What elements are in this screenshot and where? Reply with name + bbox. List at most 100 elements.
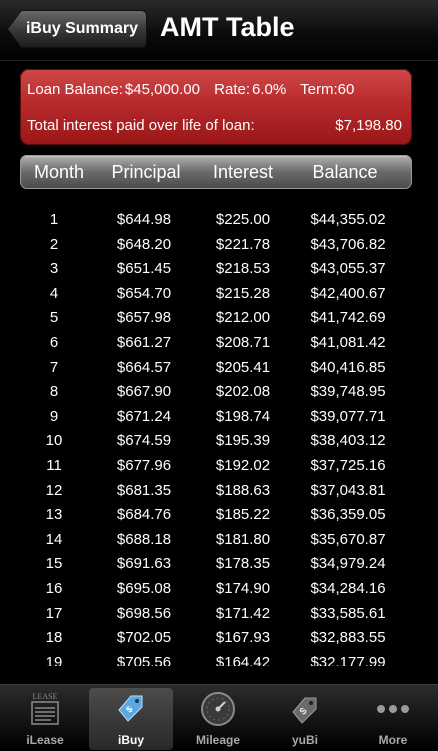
cell-month: 3	[49, 260, 59, 278]
cell-principal: $648.20	[116, 235, 172, 253]
dollar-tag-icon: $	[292, 697, 317, 724]
table-row: 2 $648.20 $221.78 $43,706.82	[0, 236, 438, 261]
cell-principal: $651.45	[116, 260, 172, 278]
cell-principal: $705.56	[116, 653, 172, 666]
cell-month: 2	[49, 235, 59, 253]
cell-balance: $43,706.82	[310, 235, 386, 253]
cell-month: 14	[45, 530, 63, 548]
table-row: 7 $664.57 $205.41 $40,416.85	[0, 359, 438, 384]
cell-principal: $677.96	[116, 457, 172, 474]
cell-interest: $188.63	[215, 481, 271, 499]
tab-ibuy[interactable]: $ iBuy	[89, 688, 173, 750]
table-row: 14 $688.18 $181.80 $35,670.87	[0, 531, 438, 556]
table-row: 13 $684.76 $185.22 $36,359.05	[0, 506, 438, 531]
table-row: 3 $651.45 $218.53 $43,055.37	[0, 260, 438, 285]
cell-month: 10	[45, 432, 63, 450]
lease-icon: LEASE	[31, 692, 59, 725]
total-interest-row: Total interest paid over life of loan: $…	[27, 117, 402, 134]
table-row: 4 $654.70 $215.28 $42,400.67	[0, 285, 438, 310]
cell-interest: $221.78	[215, 235, 271, 253]
tab-label-mileage: Mileage	[195, 733, 240, 747]
table-header: Month Principal Interest Balance	[20, 155, 412, 189]
tab-label-ilease: iLease	[26, 733, 64, 747]
tab-bar: LEASE iLease $ iBuy Mileage $ yuBi More	[0, 684, 438, 751]
cell-balance: $43,055.37	[310, 260, 386, 278]
cell-interest: $202.08	[215, 383, 271, 401]
table-row: 19 $705.56 $164.42 $32,177.99	[0, 654, 438, 666]
cell-month: 8	[49, 383, 59, 401]
cell-principal: $654.70	[116, 284, 172, 302]
cell-balance: $39,077.71	[310, 407, 386, 425]
price-tag-icon: $	[118, 695, 143, 722]
cell-interest: $215.28	[215, 284, 271, 302]
cell-interest: $212.00	[215, 309, 271, 327]
cell-interest: $218.53	[215, 260, 271, 278]
cell-interest: $171.42	[215, 604, 271, 622]
cell-principal: $688.18	[116, 530, 172, 548]
table-row: 10 $674.59 $195.39 $38,403.12	[0, 432, 438, 457]
cell-principal: $664.57	[116, 358, 172, 376]
back-button-ibuy-summary[interactable]: iBuy Summary	[7, 10, 147, 48]
tab-label-yubi: yuBi	[291, 733, 318, 747]
cell-principal: $702.05	[116, 629, 172, 647]
table-row: 6 $661.27 $208.71 $41,081.42	[0, 334, 438, 359]
cell-month: 9	[49, 407, 59, 425]
cell-interest: $195.39	[215, 432, 271, 450]
cell-principal: $657.98	[116, 309, 172, 327]
cell-interest: $208.71	[215, 334, 271, 351]
table-row: 15 $691.63 $178.35 $34,979.24	[0, 555, 438, 580]
cell-interest: $198.74	[215, 407, 271, 425]
table-row: 12 $681.35 $188.63 $37,043.81	[0, 482, 438, 507]
tab-yubi[interactable]: $ yuBi	[263, 688, 347, 750]
column-header-balance: Balance	[312, 162, 378, 182]
speedometer-icon	[201, 692, 235, 726]
cell-month: 16	[45, 580, 63, 597]
table-row: 5 $657.98 $212.00 $41,742.69	[0, 309, 438, 334]
cell-principal: $671.24	[116, 407, 172, 425]
cell-interest: $185.22	[215, 506, 271, 524]
cell-interest: $174.90	[215, 580, 271, 597]
cell-principal: $695.08	[116, 580, 172, 597]
more-dots-icon	[377, 705, 409, 713]
cell-principal: $667.90	[116, 383, 172, 401]
rate-label: Rate:	[214, 81, 251, 98]
column-header-principal: Principal	[111, 162, 181, 182]
cell-principal: $644.98	[116, 211, 172, 228]
table-row: 9 $671.24 $198.74 $39,077.71	[0, 408, 438, 433]
term-label: Term:	[300, 81, 338, 98]
cell-balance: $33,585.61	[310, 604, 386, 622]
cell-month: 7	[49, 358, 59, 376]
term: Term:60	[300, 81, 354, 98]
cell-month: 19	[45, 653, 63, 666]
cell-month: 13	[45, 506, 63, 524]
cell-balance: $34,284.16	[310, 580, 386, 597]
cell-balance: $32,883.55	[310, 629, 386, 647]
cell-interest: $192.02	[215, 457, 271, 474]
cell-month: 15	[45, 555, 63, 573]
cell-balance: $36,359.05	[310, 506, 386, 524]
loan-terms-row: Loan Balance: $45,000.00 Rate: 6.0% Term:6…	[27, 81, 364, 98]
cell-balance: $41,081.42	[310, 334, 386, 351]
cell-balance: $32,177.99	[310, 653, 386, 666]
cell-interest: $225.00	[215, 211, 271, 228]
table-row: 18 $702.05 $167.93 $32,883.55	[0, 629, 438, 654]
cell-balance: $37,043.81	[310, 481, 386, 499]
cell-month: 18	[45, 629, 63, 647]
cell-interest: $178.35	[215, 555, 271, 573]
cell-principal: $674.59	[116, 432, 172, 450]
cell-interest: $167.93	[215, 629, 271, 647]
tab-label-ibuy: iBuy	[117, 733, 144, 747]
amortization-table[interactable]: 1 $644.98 $225.00 $44,355.02 2 $648.20 $221.78…	[0, 200, 438, 666]
tab-label-more: More	[378, 733, 408, 747]
table-row: 11 $677.96 $192.02 $37,725.16	[0, 457, 438, 482]
tab-mileage[interactable]: Mileage	[176, 688, 260, 750]
cell-balance: $42,400.67	[310, 284, 386, 302]
cell-principal: $698.56	[116, 604, 172, 622]
cell-interest: $181.80	[215, 530, 271, 548]
table-row: 17 $698.56 $171.42 $33,585.61	[0, 605, 438, 630]
navigation-bar: iBuy Summary AMT Table	[0, 0, 438, 61]
tab-ilease[interactable]: LEASE iLease	[3, 688, 87, 750]
cell-balance: $39,748.95	[310, 383, 386, 401]
tab-more[interactable]: More	[351, 688, 435, 750]
cell-balance: $34,979.24	[310, 555, 386, 573]
